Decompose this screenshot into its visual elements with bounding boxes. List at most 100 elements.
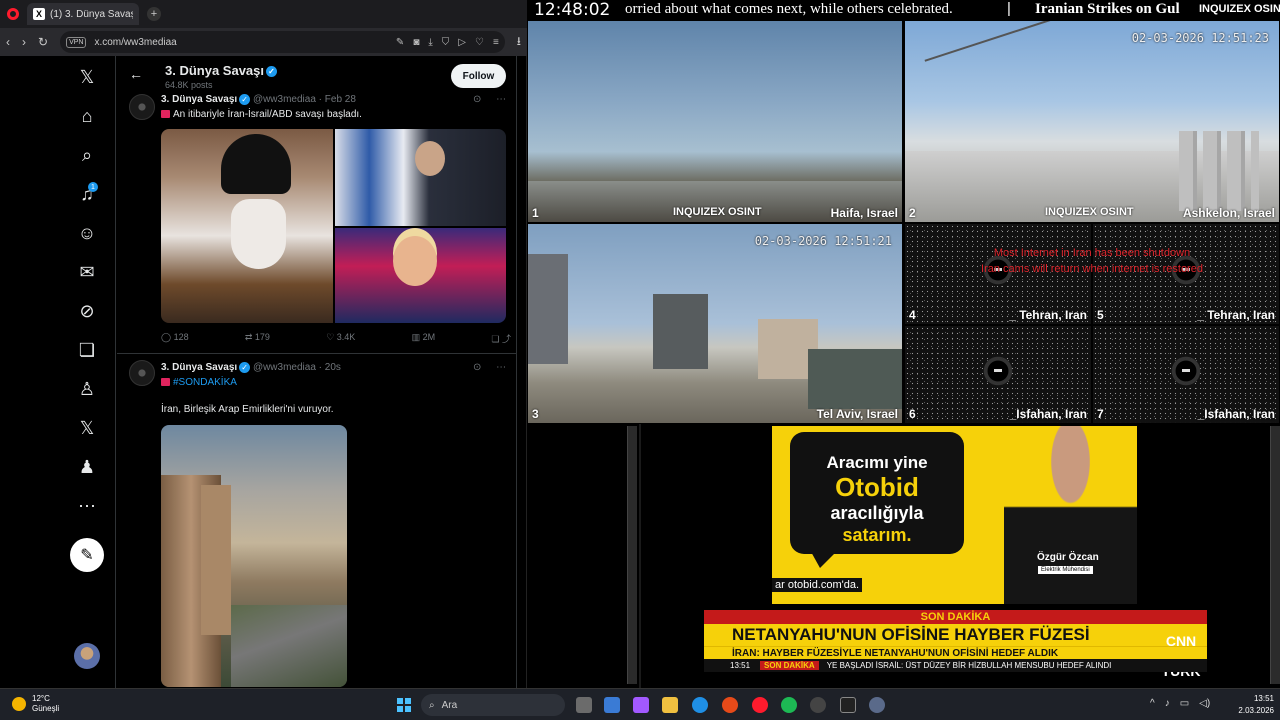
chevron-up-icon[interactable]: ^ [1150, 698, 1155, 709]
url-text[interactable]: x.com/ww3mediaa [94, 37, 387, 48]
vpn-badge[interactable]: VPN [66, 36, 87, 48]
copilot-icon[interactable] [633, 697, 649, 713]
x-sidebar: 𝕏 ⌂ ⌕ ♫ 1 ☺ ✉ ⊘ ❏ ♙ 𝕏 ♟ ⋯ ✎ [62, 56, 116, 688]
scrollbar[interactable] [627, 426, 637, 684]
photo-khamenei[interactable] [161, 129, 333, 323]
follow-button[interactable]: Follow [451, 64, 506, 88]
otobid-advertisement[interactable]: Aracımı yine Otobid aracılığıyla satarım… [772, 426, 1137, 604]
camera-feed-isfahan-1[interactable]: 6 _Isfahan, Iran [904, 325, 1092, 424]
camera-location: Haifa, Israel [830, 206, 898, 220]
new-tab-button[interactable]: + [147, 7, 161, 21]
store-icon[interactable] [604, 697, 620, 713]
browser-tab[interactable]: X (1) 3. Dünya Savaşı (@ww... [27, 3, 139, 25]
iran-notice-line1: Most Internet in Iran has been shutdown [993, 247, 1191, 259]
jobs-icon[interactable]: ♙ [74, 376, 100, 402]
camera-feed-ashkelon[interactable]: 02-03-2026 12:51:23 INQUIZEX OSINT 2 Ash… [904, 20, 1280, 223]
tweet-more-icon[interactable]: ⊙ ⋯ [473, 362, 512, 373]
verified-icon: ✓ [266, 66, 277, 78]
profile-icon[interactable]: ♟ [74, 454, 100, 480]
browser-window: X (1) 3. Dünya Savaşı (@ww... + ‹ › ↻ VP… [0, 0, 527, 688]
like-button[interactable]: ♡ 3.4K [326, 332, 355, 345]
heart-icon[interactable]: ♡ [475, 37, 484, 48]
camera-feed-isfahan-2[interactable]: 7 _Isfahan, Iran [1092, 325, 1280, 424]
opera-icon[interactable] [752, 697, 768, 713]
iran-notice-line2: Iran cams will return when internet is r… [981, 263, 1203, 275]
tweet-text: An itibariyle İran-İsrail/ABD savaşı baş… [161, 109, 362, 120]
post-count: 64.8K posts [165, 80, 213, 90]
task-view-icon[interactable] [576, 697, 592, 713]
camera-feed-haifa[interactable]: INQUIZEX OSINT 1 Haifa, Israel [527, 20, 903, 223]
forward-icon[interactable]: › [22, 35, 26, 49]
bookmarks-icon[interactable]: ❏ [74, 337, 100, 363]
camera-feed-tel-aviv[interactable]: 02-03-2026 12:51:21 3 Tel Aviv, Israel [527, 223, 903, 424]
tweet[interactable]: 3. Dünya Savaşı ✓ @ww3mediaa · 20s ⊙ ⋯ #S… [117, 354, 516, 688]
menu-icon[interactable]: ≡ [493, 37, 499, 48]
tweet-author[interactable]: 3. Dünya Savaşı [161, 362, 237, 373]
back-arrow-icon[interactable]: ← [129, 66, 143, 82]
windows-start-icon[interactable] [397, 698, 411, 712]
tweet-more-icon[interactable]: ⊙ ⋯ [473, 94, 512, 105]
spotify-icon[interactable] [781, 697, 797, 713]
video-road [231, 605, 347, 687]
settings-icon[interactable] [869, 697, 885, 713]
back-icon[interactable]: ‹ [6, 35, 10, 49]
ticker-separator: | [1007, 0, 1011, 17]
reload-icon[interactable]: ↻ [38, 35, 48, 49]
microphone-icon[interactable]: ♪ [1165, 698, 1170, 709]
messages-icon[interactable]: ✉ [74, 259, 100, 285]
app-icon[interactable] [810, 697, 826, 713]
opera-logo-icon[interactable] [7, 8, 19, 20]
ad-person-name: Özgür Özcan [1037, 552, 1099, 563]
notification-badge: 1 [88, 182, 98, 192]
grok-icon[interactable]: ⊘ [74, 298, 100, 324]
alarm-icon [161, 110, 170, 119]
x-logo-icon[interactable]: 𝕏 [74, 64, 100, 90]
tweet[interactable]: 3. Dünya Savaşı ✓ @ww3mediaa · Feb 28 ⊙ ⋯… [117, 92, 516, 354]
avatar[interactable] [74, 643, 100, 669]
ticker-text: orried about what comes next, while othe… [625, 1, 953, 17]
tweet-avatar[interactable] [129, 94, 155, 120]
reply-button[interactable]: ◯ 128 [161, 332, 189, 345]
tweet-author[interactable]: 3. Dünya Savaşı [161, 94, 237, 105]
post-button[interactable]: ✎ [70, 538, 104, 572]
like-count: 3.4K [336, 332, 356, 342]
play-icon[interactable]: ▷ [458, 37, 466, 48]
camera-timestamp: 02-03-2026 12:51:23 [1131, 31, 1269, 45]
obs-icon[interactable] [840, 697, 856, 713]
tweet-video[interactable] [161, 425, 347, 687]
camera-timestamp: 02-03-2026 12:51:21 [754, 234, 892, 248]
photo-netanyahu[interactable] [335, 129, 506, 226]
taskbar-clock[interactable]: 13:51 2.03.2026 [1230, 693, 1274, 717]
shield-icon[interactable]: ⛉ [442, 37, 450, 48]
premium-icon[interactable]: 𝕏 [74, 415, 100, 441]
scrollbar[interactable] [1270, 426, 1280, 684]
tweet-avatar[interactable] [129, 360, 155, 386]
downloads-icon[interactable]: ⭳ [517, 32, 521, 53]
weather-widget[interactable]: 12°C Güneşli [12, 694, 59, 714]
home-icon[interactable]: ⌂ [74, 103, 100, 129]
network-icon[interactable]: ▭ [1180, 698, 1189, 709]
ad-url: ar otobid.com'da. [772, 578, 863, 592]
explore-icon[interactable]: ⌕ [74, 142, 100, 168]
url-field[interactable]: VPN x.com/ww3mediaa ✎ ◙ ⤓ ⛉ ▷ ♡ ≡ [60, 31, 505, 53]
profile-name: 3. Dünya Savaşı ✓ [165, 63, 277, 78]
tweet-media[interactable] [161, 129, 506, 323]
repost-button[interactable]: ⇄ 179 [245, 332, 270, 345]
views-button[interactable]: ▥ 2M [412, 332, 436, 345]
edit-icon[interactable]: ✎ [396, 37, 404, 48]
profile-header: ← 3. Dünya Savaşı ✓ 64.8K posts Follow [117, 56, 516, 92]
more-icon[interactable]: ⋯ [74, 493, 100, 519]
bookmark-icon[interactable]: ❏ ⤴ [491, 332, 511, 345]
follow-icon[interactable]: ☺ [74, 220, 100, 246]
volume-icon[interactable]: ◁) [1199, 698, 1210, 709]
edge-icon[interactable] [692, 697, 708, 713]
file-explorer-icon[interactable] [662, 697, 678, 713]
camera-icon[interactable]: ◙ [413, 37, 419, 48]
profile-name-text: 3. Dünya Savaşı [165, 63, 264, 78]
taskbar-search[interactable]: ⌕ Ara [421, 694, 565, 716]
brand-watermark: INQUIZEX OSINT [1045, 206, 1134, 218]
chrome-icon[interactable] [722, 697, 738, 713]
hashtag-link[interactable]: #SONDAKİKA [173, 377, 237, 388]
photo-trump[interactable] [335, 228, 506, 323]
download-icon[interactable]: ⤓ [428, 37, 432, 48]
